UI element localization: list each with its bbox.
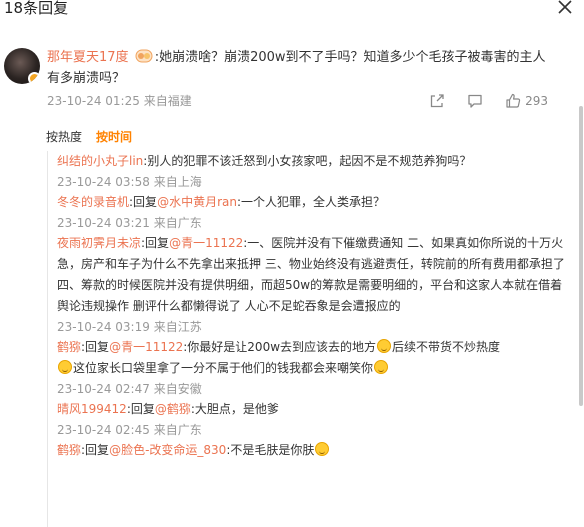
reply-time: 23-10-24 03:58 (57, 175, 150, 189)
reply-time: 23-10-24 03:21 (57, 216, 150, 230)
reply-username[interactable]: 鹤猕 (57, 443, 81, 457)
reply-username[interactable]: 鹤猕 (57, 340, 81, 354)
reply-body: :不是毛肤是你肤 (226, 443, 315, 457)
reply-prefix: :回复 (141, 236, 170, 250)
reply-mention[interactable]: @脸色-改变命运_830 (109, 443, 226, 457)
main-comment-meta: 23-10-24 01:25 来自福建 (47, 92, 192, 109)
reply-body: :你最好是让200w去到应该去的地方 (183, 340, 377, 354)
reply-list: 纠结的小丸子lin:别人的犯罪不该迁怒到小女孩家吧，起因不是不规范养狗吗？ 23… (47, 151, 573, 527)
main-comment-time: 23-10-24 01:25 (47, 94, 140, 108)
avatar[interactable] (4, 48, 40, 84)
like-icon (506, 93, 521, 108)
reply-username[interactable]: 夜雨初霁月未凉 (57, 236, 141, 250)
like-button[interactable]: 293 (505, 93, 548, 109)
reply-item: 晴风199412:回复@鹤猕:大胆点，是他爹 23-10-24 02:45 来自… (48, 399, 566, 440)
reply-item: 夜雨初霁月未凉:回复@青一11122:一、医院并没有下催缴费通知 二、如果真如你… (48, 233, 566, 337)
reply-username[interactable]: 纠结的小丸子lin (57, 154, 143, 168)
reply-mention[interactable]: @青一11122 (109, 340, 183, 354)
reply-time: 23-10-24 02:45 (57, 423, 150, 437)
verified-badge-icon (28, 72, 40, 84)
reply-item: 冬冬的录音机:回复@水中黄月ran:一个人犯罪，全人类承担？ 23-10-24 … (48, 192, 566, 233)
reply-location: 来自广东 (153, 423, 202, 437)
reply-prefix: :回复 (126, 402, 155, 416)
reply-body-continued: 后续不带货不炒热度 (392, 340, 501, 354)
reply-location: 来自江苏 (153, 320, 202, 334)
main-comment-actions: 293 (429, 92, 548, 110)
emoji-icon (315, 442, 330, 456)
main-comment-location: 来自福建 (143, 94, 192, 108)
reply-mention[interactable]: @鹤猕 (155, 402, 191, 416)
comment-icon[interactable] (467, 93, 483, 109)
reply-item: 鹤猕:回复@青一11122:你最好是让200w去到应该去的地方 后续不带货不炒热度… (48, 337, 566, 399)
reply-username[interactable]: 晴风199412 (57, 402, 127, 416)
reply-time: 23-10-24 03:19 (57, 320, 150, 334)
header: 18条回复 (0, 0, 584, 20)
reply-prefix: :回复 (81, 443, 110, 457)
reply-body: :别人的犯罪不该迁怒到小女孩家吧，起因不是不规范养狗吗？ (143, 154, 472, 168)
reply-meta: 23-10-24 03:19 来自江苏 (57, 317, 566, 337)
like-count: 293 (525, 94, 548, 108)
sort-tabs: 按热度 按时间 (46, 128, 132, 145)
emoji-icon (58, 360, 72, 374)
reply-time: 23-10-24 02:47 (57, 382, 150, 396)
reply-location: 来自安徽 (153, 382, 202, 396)
scrollbar-thumb[interactable] (579, 106, 583, 406)
medal-icon (135, 49, 153, 63)
reply-body: :大胆点，是他爹 (190, 402, 279, 416)
sort-by-hot-tab[interactable]: 按热度 (46, 128, 82, 145)
reply-mention[interactable]: @水中黄月ran (157, 195, 237, 209)
reply-prefix: :回复 (129, 195, 158, 209)
reply-location: 来自广东 (153, 216, 202, 230)
share-icon[interactable] (429, 93, 445, 109)
main-comment-username[interactable]: 那年夏天17度 (47, 50, 129, 65)
emoji-icon (377, 339, 392, 353)
main-comment: 那年夏天17度 :她崩溃啥？崩溃200w到不了手吗？知道多少个毛孩子被毒害的主人… (0, 36, 584, 116)
reply-meta: 23-10-24 02:47 来自安徽 (57, 379, 566, 399)
reply-body: :一个人犯罪，全人类承担？ (236, 195, 386, 209)
reply-location: 来自上海 (153, 175, 202, 189)
scrollbar[interactable] (578, 36, 584, 527)
reply-meta: 23-10-24 02:45 来自广东 (57, 420, 566, 440)
reply-meta: 23-10-24 03:58 来自上海 (57, 172, 566, 192)
reply-item: 鹤猕:回复@脸色-改变命运_830:不是毛肤是你肤 (48, 440, 566, 461)
emoji-icon (374, 360, 389, 374)
reply-meta: 23-10-24 03:21 来自广东 (57, 213, 566, 233)
reply-item: 纠结的小丸子lin:别人的犯罪不该迁怒到小女孩家吧，起因不是不规范养狗吗？ 23… (48, 151, 566, 192)
sort-by-time-tab[interactable]: 按时间 (96, 128, 132, 145)
close-icon[interactable] (558, 0, 572, 14)
page-title: 18条回复 (4, 0, 69, 17)
main-comment-text: 那年夏天17度 :她崩溃啥？崩溃200w到不了手吗？知道多少个毛孩子被毒害的主人… (47, 47, 557, 89)
reply-body-continued: 这位家长口袋里拿了一分不属于他们的钱我都会来嘲笑你 (73, 361, 374, 375)
reply-mention[interactable]: @青一11122 (169, 236, 243, 250)
reply-username[interactable]: 冬冬的录音机 (57, 195, 129, 209)
reply-prefix: :回复 (81, 340, 110, 354)
